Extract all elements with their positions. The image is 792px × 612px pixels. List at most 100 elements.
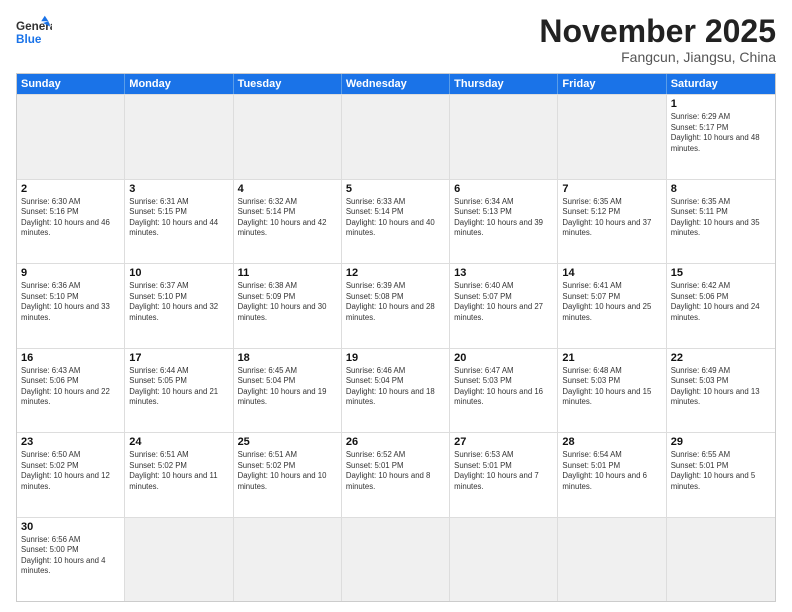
calendar-cell-4-6: 29Sunrise: 6:55 AM Sunset: 5:01 PM Dayli…: [667, 433, 775, 516]
calendar-cell-5-5: [558, 518, 666, 601]
calendar-cell-2-4: 13 Sunrise: 6:40 AM Sunset: 5:07 PM Dayli…: [450, 264, 558, 347]
calendar-cell-0-2: [234, 95, 342, 178]
cell-info: Sunrise: 6:35 AM Sunset: 5:11 PM Dayligh…: [671, 197, 771, 239]
calendar-cell-4-2: 25Sunrise: 6:51 AM Sunset: 5:02 PM Dayli…: [234, 433, 342, 516]
day-number: 27: [454, 436, 553, 448]
day-number: 28: [562, 436, 661, 448]
cell-info: Sunrise: 6:42 AM Sunset: 5:06 PM Dayligh…: [671, 281, 771, 323]
calendar-cell-2-3: 12Sunrise: 6:39 AM Sunset: 5:08 PM Dayli…: [342, 264, 450, 347]
day-number: 26: [346, 436, 445, 448]
calendar-cell-3-6: 22 Sunrise: 6:49 AM Sunset: 5:03 PM Dayli…: [667, 349, 775, 432]
calendar-cell-2-1: 10 Sunrise: 6:37 AM Sunset: 5:10 PM Dayli…: [125, 264, 233, 347]
cell-info: Sunrise: 6:45 AM Sunset: 5:04 PM Dayligh…: [238, 366, 337, 408]
header-tuesday: Tuesday: [234, 74, 342, 94]
day-number: 3: [129, 183, 228, 195]
cell-info: Sunrise: 6:37 AM Sunset: 5:10 PM Dayligh…: [129, 281, 228, 323]
day-number: 1: [671, 98, 771, 110]
cell-info: Sunrise: 6:50 AM Sunset: 5:02 PM Dayligh…: [21, 450, 120, 492]
calendar-cell-5-4: [450, 518, 558, 601]
cell-info: Sunrise: 6:32 AM Sunset: 5:14 PM Dayligh…: [238, 197, 337, 239]
day-number: 24: [129, 436, 228, 448]
calendar-cell-0-1: [125, 95, 233, 178]
cell-info: Sunrise: 6:33 AM Sunset: 5:14 PM Dayligh…: [346, 197, 445, 239]
cell-info: Sunrise: 6:29 AM Sunset: 5:17 PM Dayligh…: [671, 112, 771, 154]
calendar-cell-4-5: 28 Sunrise: 6:54 AM Sunset: 5:01 PM Dayli…: [558, 433, 666, 516]
calendar-row-4: 23 Sunrise: 6:50 AM Sunset: 5:02 PM Dayli…: [17, 432, 775, 516]
calendar-row-5: 30Sunrise: 6:56 AM Sunset: 5:00 PM Dayli…: [17, 517, 775, 601]
cell-info: Sunrise: 6:36 AM Sunset: 5:10 PM Dayligh…: [21, 281, 120, 323]
header-sunday: Sunday: [17, 74, 125, 94]
calendar-header: Sunday Monday Tuesday Wednesday Thursday…: [17, 74, 775, 94]
calendar-cell-5-6: [667, 518, 775, 601]
calendar-row-1: 2Sunrise: 6:30 AM Sunset: 5:16 PM Daylig…: [17, 179, 775, 263]
day-number: 8: [671, 183, 771, 195]
day-number: 11: [238, 267, 337, 279]
day-number: 15: [671, 267, 771, 279]
page: General Blue November 2025 Fangcun, Jian…: [0, 0, 792, 612]
location: Fangcun, Jiangsu, China: [539, 49, 776, 65]
day-number: 18: [238, 352, 337, 364]
cell-info: Sunrise: 6:41 AM Sunset: 5:07 PM Dayligh…: [562, 281, 661, 323]
day-number: 21: [562, 352, 661, 364]
calendar-cell-1-1: 3 Sunrise: 6:31 AM Sunset: 5:15 PM Daylig…: [125, 180, 233, 263]
day-number: 17: [129, 352, 228, 364]
calendar: Sunday Monday Tuesday Wednesday Thursday…: [16, 73, 776, 602]
calendar-cell-5-2: [234, 518, 342, 601]
cell-info: Sunrise: 6:51 AM Sunset: 5:02 PM Dayligh…: [238, 450, 337, 492]
cell-info: Sunrise: 6:40 AM Sunset: 5:07 PM Dayligh…: [454, 281, 553, 323]
svg-text:Blue: Blue: [16, 33, 42, 46]
cell-info: Sunrise: 6:54 AM Sunset: 5:01 PM Dayligh…: [562, 450, 661, 492]
calendar-cell-3-5: 21 Sunrise: 6:48 AM Sunset: 5:03 PM Dayli…: [558, 349, 666, 432]
day-number: 29: [671, 436, 771, 448]
calendar-body: 1 Sunrise: 6:29 AM Sunset: 5:17 PM Daylig…: [17, 94, 775, 601]
calendar-cell-3-4: 20 Sunrise: 6:47 AM Sunset: 5:03 PM Dayli…: [450, 349, 558, 432]
calendar-cell-2-0: 9 Sunrise: 6:36 AM Sunset: 5:10 PM Daylig…: [17, 264, 125, 347]
calendar-cell-0-4: [450, 95, 558, 178]
cell-info: Sunrise: 6:51 AM Sunset: 5:02 PM Dayligh…: [129, 450, 228, 492]
calendar-cell-4-4: 27Sunrise: 6:53 AM Sunset: 5:01 PM Dayli…: [450, 433, 558, 516]
calendar-cell-3-0: 16Sunrise: 6:43 AM Sunset: 5:06 PM Dayli…: [17, 349, 125, 432]
day-number: 20: [454, 352, 553, 364]
calendar-cell-1-4: 6 Sunrise: 6:34 AM Sunset: 5:13 PM Daylig…: [450, 180, 558, 263]
day-number: 23: [21, 436, 120, 448]
calendar-cell-0-0: [17, 95, 125, 178]
cell-info: Sunrise: 6:49 AM Sunset: 5:03 PM Dayligh…: [671, 366, 771, 408]
title-block: November 2025 Fangcun, Jiangsu, China: [539, 14, 776, 65]
calendar-row-0: 1 Sunrise: 6:29 AM Sunset: 5:17 PM Daylig…: [17, 94, 775, 178]
calendar-row-3: 16Sunrise: 6:43 AM Sunset: 5:06 PM Dayli…: [17, 348, 775, 432]
day-number: 7: [562, 183, 661, 195]
day-number: 5: [346, 183, 445, 195]
day-number: 2: [21, 183, 120, 195]
cell-info: Sunrise: 6:52 AM Sunset: 5:01 PM Dayligh…: [346, 450, 445, 492]
day-number: 30: [21, 521, 120, 533]
calendar-cell-4-0: 23 Sunrise: 6:50 AM Sunset: 5:02 PM Dayli…: [17, 433, 125, 516]
cell-info: Sunrise: 6:43 AM Sunset: 5:06 PM Dayligh…: [21, 366, 120, 408]
calendar-cell-1-6: 8 Sunrise: 6:35 AM Sunset: 5:11 PM Daylig…: [667, 180, 775, 263]
calendar-cell-4-3: 26 Sunrise: 6:52 AM Sunset: 5:01 PM Dayli…: [342, 433, 450, 516]
cell-info: Sunrise: 6:48 AM Sunset: 5:03 PM Dayligh…: [562, 366, 661, 408]
calendar-cell-3-1: 17Sunrise: 6:44 AM Sunset: 5:05 PM Dayli…: [125, 349, 233, 432]
header-saturday: Saturday: [667, 74, 775, 94]
cell-info: Sunrise: 6:34 AM Sunset: 5:13 PM Dayligh…: [454, 197, 553, 239]
day-number: 22: [671, 352, 771, 364]
day-number: 4: [238, 183, 337, 195]
calendar-cell-2-5: 14Sunrise: 6:41 AM Sunset: 5:07 PM Dayli…: [558, 264, 666, 347]
cell-info: Sunrise: 6:46 AM Sunset: 5:04 PM Dayligh…: [346, 366, 445, 408]
calendar-cell-2-2: 11 Sunrise: 6:38 AM Sunset: 5:09 PM Dayli…: [234, 264, 342, 347]
calendar-cell-0-6: 1 Sunrise: 6:29 AM Sunset: 5:17 PM Daylig…: [667, 95, 775, 178]
day-number: 6: [454, 183, 553, 195]
header-thursday: Thursday: [450, 74, 558, 94]
cell-info: Sunrise: 6:47 AM Sunset: 5:03 PM Dayligh…: [454, 366, 553, 408]
calendar-cell-1-3: 5 Sunrise: 6:33 AM Sunset: 5:14 PM Daylig…: [342, 180, 450, 263]
calendar-cell-4-1: 24 Sunrise: 6:51 AM Sunset: 5:02 PM Dayli…: [125, 433, 233, 516]
generalblue-logo-icon: General Blue: [16, 14, 52, 50]
calendar-cell-5-3: [342, 518, 450, 601]
day-number: 9: [21, 267, 120, 279]
cell-info: Sunrise: 6:31 AM Sunset: 5:15 PM Dayligh…: [129, 197, 228, 239]
calendar-cell-1-5: 7Sunrise: 6:35 AM Sunset: 5:12 PM Daylig…: [558, 180, 666, 263]
day-number: 12: [346, 267, 445, 279]
day-number: 10: [129, 267, 228, 279]
calendar-cell-1-2: 4 Sunrise: 6:32 AM Sunset: 5:14 PM Daylig…: [234, 180, 342, 263]
cell-info: Sunrise: 6:38 AM Sunset: 5:09 PM Dayligh…: [238, 281, 337, 323]
day-number: 13: [454, 267, 553, 279]
